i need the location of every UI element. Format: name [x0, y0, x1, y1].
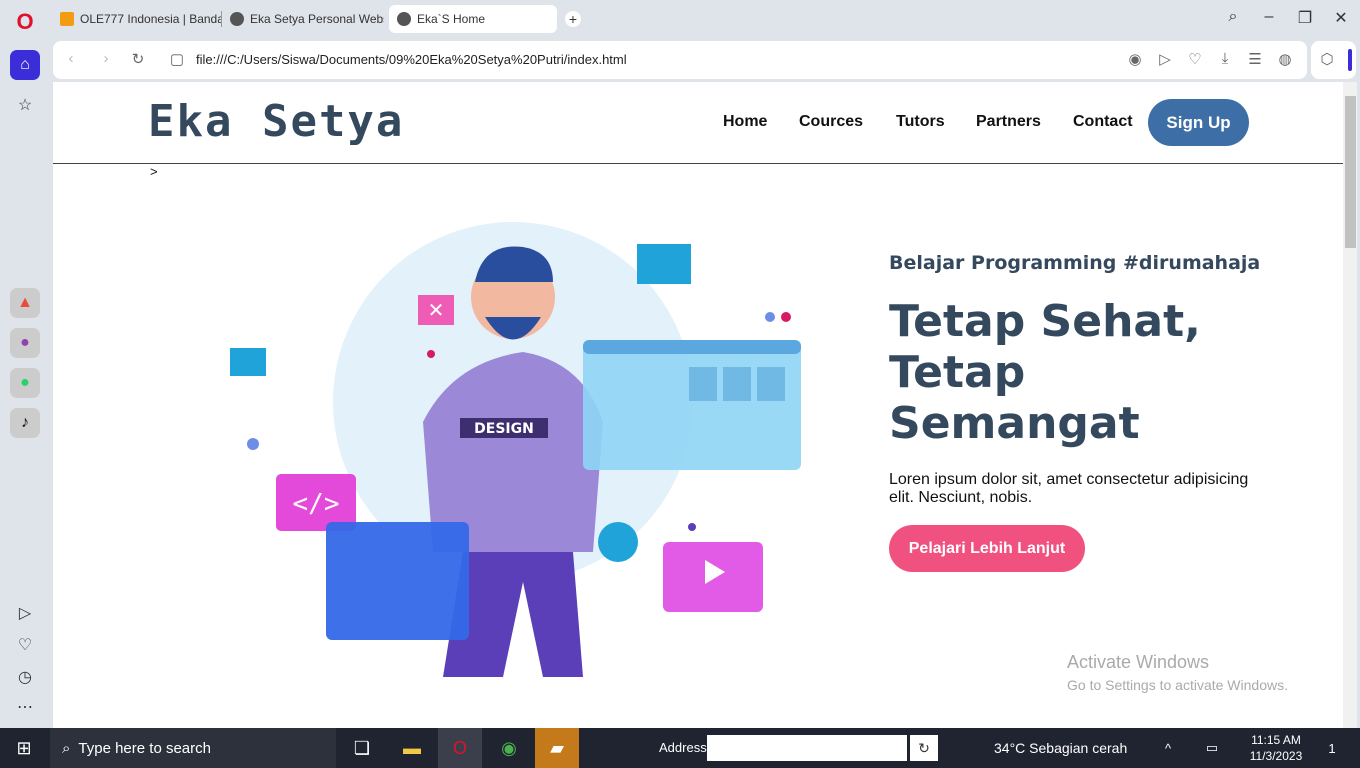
- messenger-icon[interactable]: ●: [10, 328, 40, 358]
- reload-icon[interactable]: ↻: [128, 50, 148, 68]
- player-icon[interactable]: ▷: [10, 598, 40, 628]
- nav-contact[interactable]: Contact: [1073, 113, 1133, 131]
- stray-text: >: [150, 164, 158, 179]
- weather-widget[interactable]: 34°C Sebagian cerah: [994, 740, 1127, 756]
- nav-home[interactable]: Home: [723, 113, 767, 131]
- bracket-icon: [230, 348, 266, 376]
- chrome-icon[interactable]: ◉: [487, 728, 531, 768]
- opera-sidebar: ⌂ ☆ ▲ ● ● ♪ ▷ ♡ ◷ ⋯: [0, 38, 50, 728]
- new-tab-icon[interactable]: +: [565, 11, 581, 27]
- file-explorer-icon[interactable]: ▬: [390, 728, 434, 768]
- hero-text: Belajar Programming #dirumahaja Tetap Se…: [889, 252, 1269, 572]
- notification-icon[interactable]: 1: [1310, 728, 1354, 768]
- site-navbar: Eka Setya Home Cources Tutors Partners C…: [53, 82, 1343, 164]
- heart-icon[interactable]: ♡: [1185, 50, 1205, 68]
- url-field[interactable]: file:///C:/Users/Siswa/Documents/09%20Ek…: [196, 52, 627, 67]
- taskbar-clock[interactable]: 11:15 AM 11/3/2023: [1240, 732, 1312, 764]
- tiktok-icon[interactable]: ♪: [10, 408, 40, 438]
- ole777-favicon-icon: [60, 12, 74, 26]
- globe-icon: [230, 12, 244, 26]
- hero-headline: Tetap Sehat, Tetap Semangat: [889, 296, 1269, 449]
- headline-line2: Tetap Semangat: [889, 347, 1140, 449]
- sidebar-indicator: [1348, 49, 1352, 71]
- tab-label: Eka Setya Personal Websi: [250, 12, 384, 26]
- tab-label: Eka`S Home: [417, 12, 486, 26]
- address-refresh-icon[interactable]: ↻: [910, 735, 938, 761]
- task-view-icon[interactable]: ❏: [340, 728, 384, 768]
- gear-icon: [598, 522, 638, 562]
- address-toolbar-input[interactable]: [707, 735, 907, 761]
- heart-icon[interactable]: ♡: [10, 630, 40, 660]
- signup-button[interactable]: Sign Up: [1148, 99, 1249, 146]
- history-icon[interactable]: ◷: [10, 662, 40, 692]
- tab-label: OLE777 Indonesia | Banda: [80, 12, 222, 26]
- headline-line1: Tetap Sehat,: [889, 296, 1201, 347]
- close-icon[interactable]: ✕: [1329, 8, 1353, 28]
- clock-date: 11/3/2023: [1249, 749, 1303, 763]
- profile-icon[interactable]: ◍: [1275, 50, 1295, 68]
- tab-eka-personal[interactable]: Eka Setya Personal Websi: [222, 5, 384, 33]
- tab-eka-home[interactable]: Eka`S Home: [389, 5, 557, 33]
- office-icon[interactable]: ▰: [535, 728, 579, 768]
- nav-tutors[interactable]: Tutors: [896, 113, 945, 131]
- nav-cources[interactable]: Cources: [799, 113, 863, 131]
- send-icon[interactable]: ▷: [1155, 50, 1175, 68]
- cube-icon[interactable]: ⬡: [1317, 50, 1337, 68]
- minimize-icon[interactable]: –: [1257, 8, 1281, 26]
- windows-start-icon[interactable]: ⊞: [2, 728, 46, 768]
- opera-taskbar-icon[interactable]: O: [438, 728, 482, 768]
- search-tabs-icon[interactable]: ⌕: [1221, 8, 1245, 26]
- download-icon[interactable]: ⤓: [1215, 50, 1235, 67]
- web-window: [583, 340, 801, 470]
- hero-illustration: ✕ DESIGN </>: [230, 222, 801, 677]
- hero-kicker: Belajar Programming #dirumahaja: [889, 252, 1261, 274]
- whatsapp-icon[interactable]: ●: [10, 368, 40, 398]
- svg-text:</>: </>: [293, 489, 340, 519]
- extensions-bar: ⬡: [1311, 41, 1356, 79]
- easy-setup-icon[interactable]: ☰: [1245, 50, 1265, 68]
- notification-count: 1: [1328, 740, 1336, 756]
- activation-watermark-subtitle: Go to Settings to activate Windows.: [1067, 677, 1288, 693]
- restore-icon[interactable]: ❐: [1293, 8, 1317, 28]
- aria-icon[interactable]: ▲: [10, 288, 40, 318]
- star-icon[interactable]: ☆: [10, 90, 40, 120]
- page-viewport: Eka Setya Home Cources Tutors Partners C…: [53, 82, 1357, 728]
- back-icon[interactable]: ‹: [61, 50, 81, 67]
- bracket-icon: [637, 244, 691, 284]
- address-bar: ‹ › ↻ ▢ file:///C:/Users/Siswa/Documents…: [53, 41, 1307, 79]
- tab-bar: O OLE777 Indonesia | Banda Eka Setya Per…: [0, 0, 1360, 38]
- address-toolbar-label: Address: [659, 740, 707, 755]
- activation-watermark-title: Activate Windows: [1067, 652, 1210, 672]
- tab-ole777[interactable]: OLE777 Indonesia | Banda: [52, 5, 222, 33]
- more-icon[interactable]: ⋯: [10, 692, 40, 722]
- hero-lead: Loren ipsum dolor sit, amet consectetur …: [889, 471, 1249, 506]
- svg-text:✕: ✕: [428, 298, 445, 322]
- tray-chevron-icon[interactable]: ^: [1146, 728, 1190, 768]
- file-icon: ▢: [169, 51, 185, 68]
- network-icon[interactable]: ▭: [1190, 728, 1234, 768]
- cta-button[interactable]: Pelajari Lebih Lanjut: [889, 525, 1085, 572]
- design-badge-text: DESIGN: [474, 421, 534, 437]
- nav-partners[interactable]: Partners: [976, 113, 1041, 131]
- globe-icon: [397, 12, 411, 26]
- document-card: [326, 522, 469, 640]
- scrollbar-thumb[interactable]: [1345, 96, 1356, 248]
- taskbar-search[interactable]: ⌕ Type here to search: [50, 728, 336, 768]
- home-icon[interactable]: ⌂: [10, 50, 40, 80]
- site-brand[interactable]: Eka Setya: [148, 96, 404, 147]
- search-placeholder: Type here to search: [78, 739, 211, 757]
- clock-time: 11:15 AM: [1251, 733, 1301, 747]
- forward-icon[interactable]: ›: [96, 50, 116, 67]
- search-icon: ⌕: [62, 739, 71, 757]
- opera-logo-icon[interactable]: O: [12, 9, 38, 35]
- snapshot-icon[interactable]: ◉: [1125, 50, 1145, 68]
- windows-taskbar: ⊞ ⌕ Type here to search ❏ ▬ O ◉ ▰ Addres…: [0, 728, 1360, 768]
